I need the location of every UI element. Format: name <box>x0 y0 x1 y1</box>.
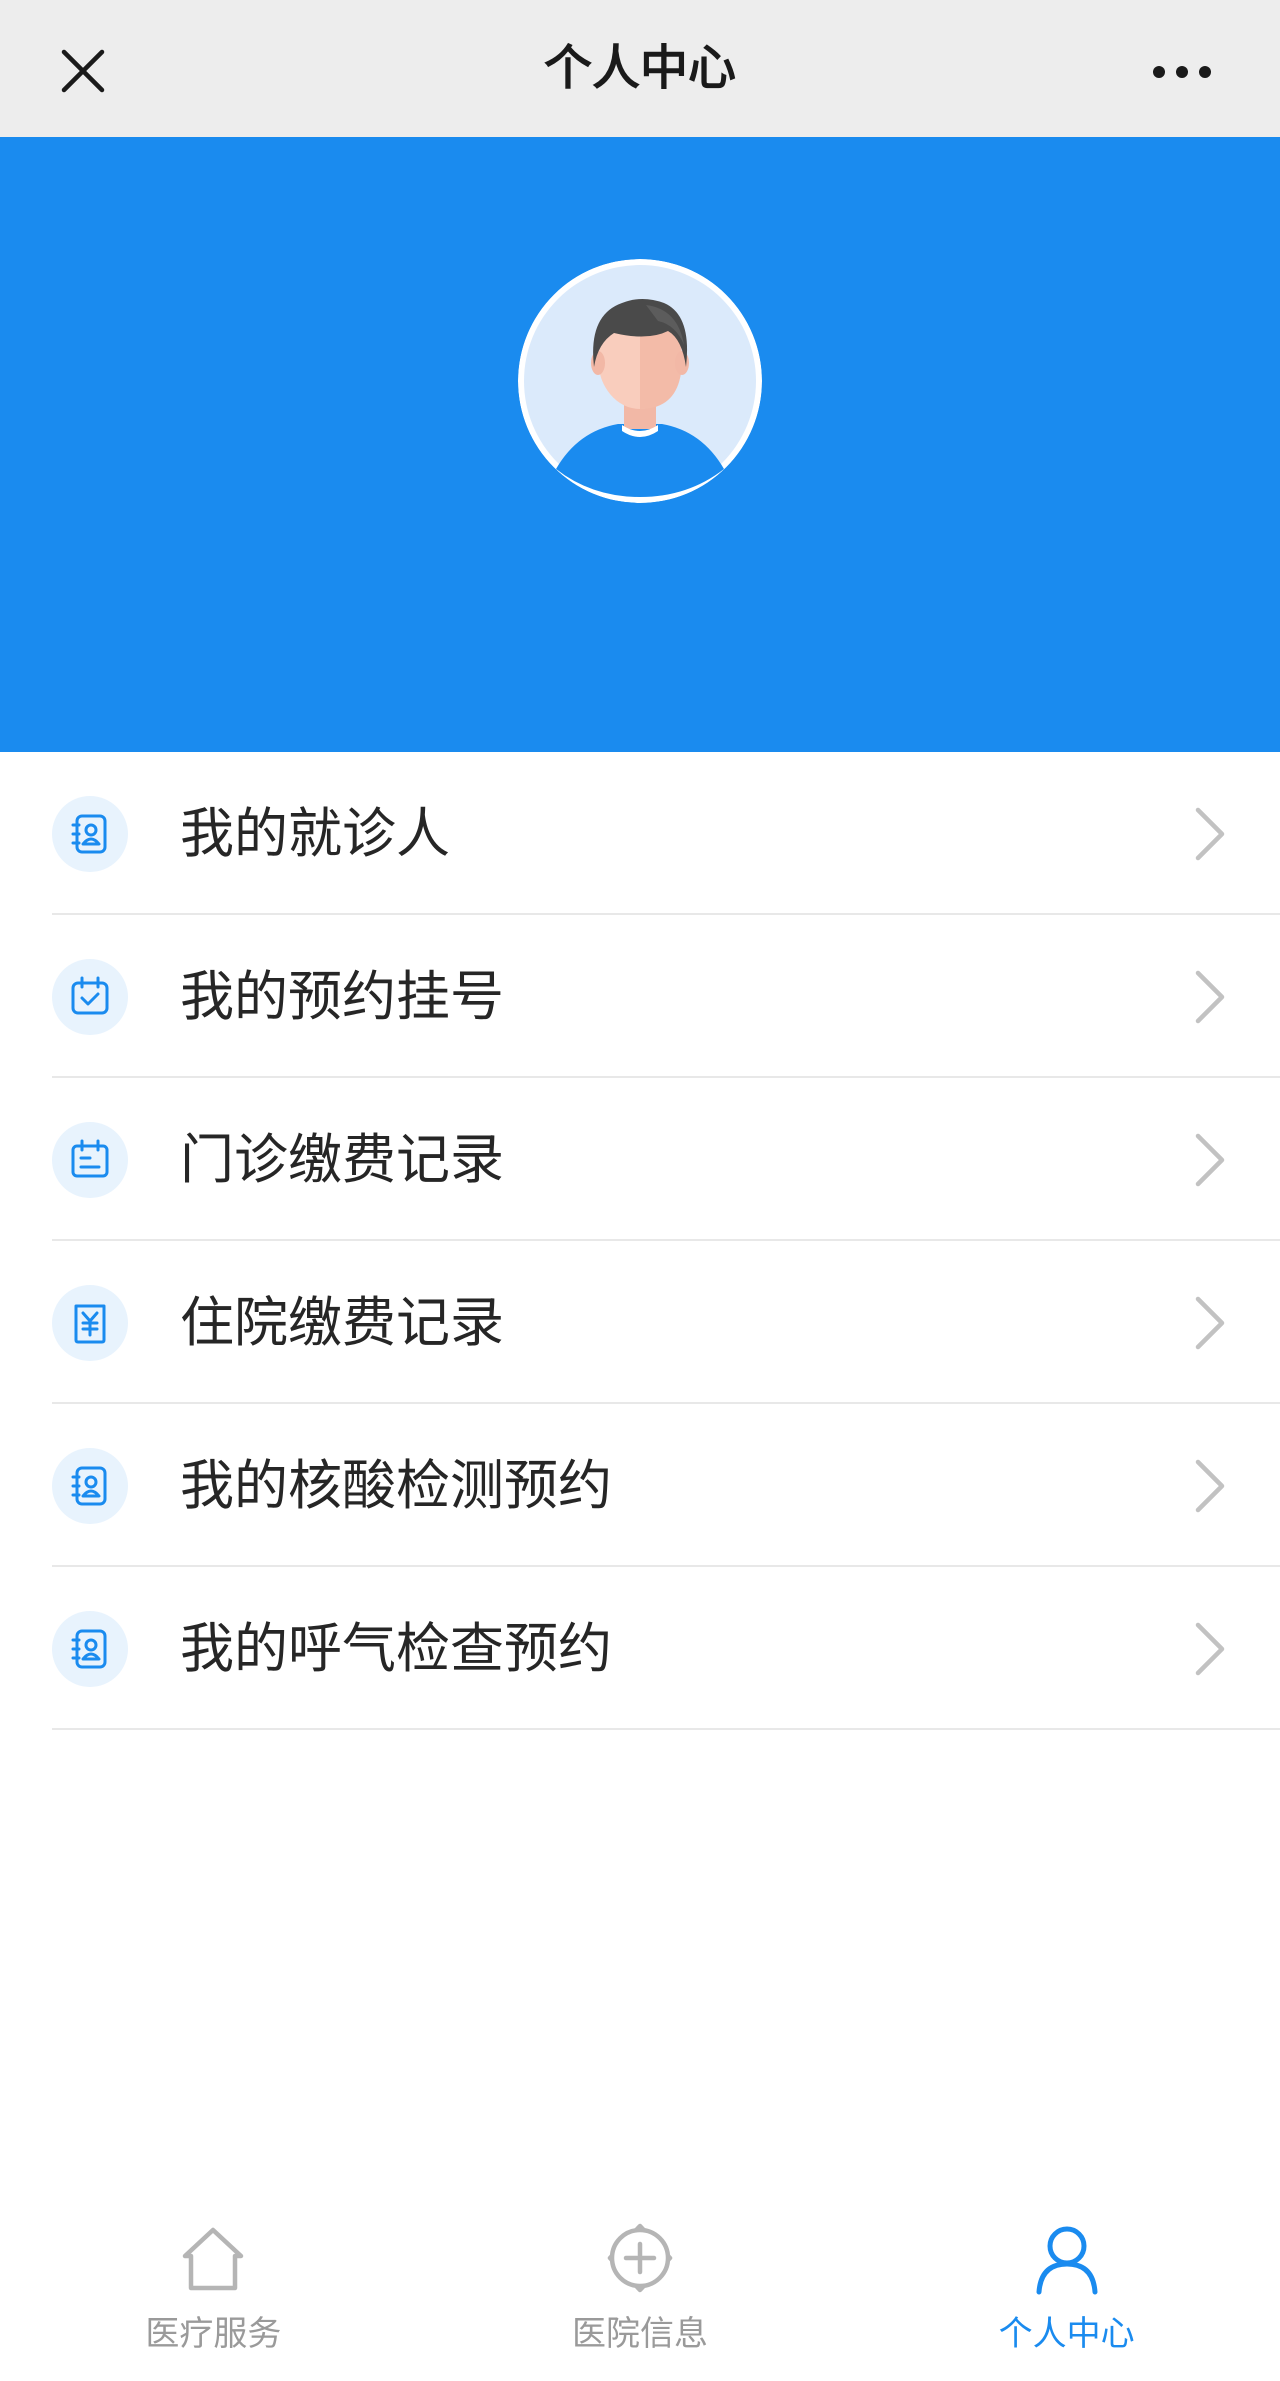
menu-item-label: 门诊缴费记录 <box>180 1128 504 1191</box>
calendar-list-icon <box>52 1122 128 1198</box>
menu-item-label: 我的呼气检查预约 <box>180 1617 612 1680</box>
patient-card-icon <box>52 1448 128 1524</box>
menu-item-breath-test[interactable]: 我的呼气检查预约 <box>0 1567 1280 1730</box>
tab-label: 个人中心 <box>998 2314 1135 2354</box>
user-avatar-icon <box>518 259 762 503</box>
chevron-right-icon <box>1195 1622 1225 1676</box>
menu-item-nucleic-acid-test[interactable]: 我的核酸检测预约 <box>0 1404 1280 1567</box>
tab-label: 医疗服务 <box>145 2314 282 2354</box>
patient-card-icon <box>52 1611 128 1687</box>
tab-personal-center[interactable]: 个人中心 <box>853 2190 1280 2381</box>
calendar-check-icon <box>52 959 128 1035</box>
chevron-right-icon <box>1195 1296 1225 1350</box>
menu-item-label: 我的预约挂号 <box>180 965 504 1028</box>
more-dots-icon <box>1153 66 1211 78</box>
menu-item-outpatient-payments[interactable]: 门诊缴费记录 <box>0 1078 1280 1241</box>
more-button[interactable] <box>1132 44 1232 100</box>
chevron-right-icon <box>1195 970 1225 1024</box>
chevron-right-icon <box>1195 1459 1225 1513</box>
yuan-receipt-icon <box>52 1285 128 1361</box>
home-icon <box>173 2218 253 2298</box>
plus-shield-icon <box>600 2218 680 2298</box>
chevron-right-icon <box>1195 1133 1225 1187</box>
menu-item-inpatient-payments[interactable]: 住院缴费记录 <box>0 1241 1280 1404</box>
menu-list: 我的就诊人 我的预约挂号 门诊缴费记录 住院缴费记录 我的核酸检测预约 我的呼气… <box>0 752 1280 1730</box>
menu-item-my-patients[interactable]: 我的就诊人 <box>0 752 1280 915</box>
tab-bar: 医疗服务 医院信息 个人中心 <box>0 2190 1280 2381</box>
menu-item-label: 我的核酸检测预约 <box>180 1454 612 1517</box>
tab-hospital-info[interactable]: 医院信息 <box>427 2190 854 2381</box>
patient-card-icon <box>52 796 128 872</box>
chevron-right-icon <box>1195 807 1225 861</box>
tab-medical-services[interactable]: 医疗服务 <box>0 2190 427 2381</box>
menu-item-my-appointments[interactable]: 我的预约挂号 <box>0 915 1280 1078</box>
profile-header <box>0 137 1280 752</box>
page-title: 个人中心 <box>543 40 736 96</box>
person-icon <box>1027 2218 1107 2298</box>
avatar[interactable] <box>518 259 762 503</box>
menu-item-label: 我的就诊人 <box>180 802 450 865</box>
menu-item-label: 住院缴费记录 <box>180 1291 504 1354</box>
tab-label: 医院信息 <box>571 2314 708 2354</box>
navigation-bar: 个人中心 <box>0 0 1280 137</box>
